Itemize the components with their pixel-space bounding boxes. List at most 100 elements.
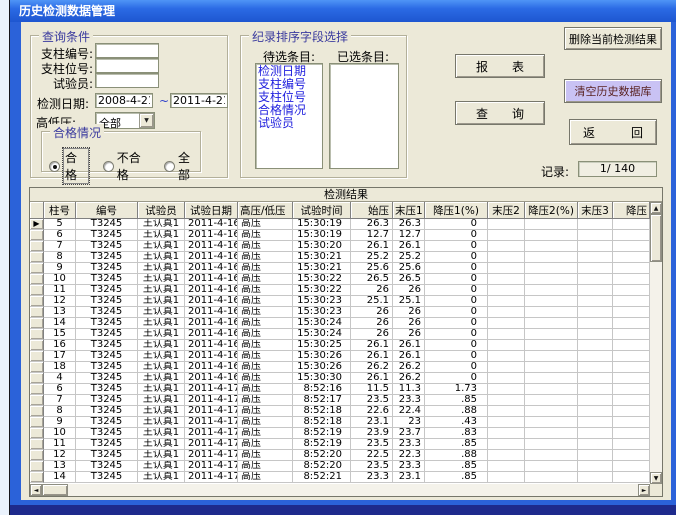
table-cell[interactable] bbox=[613, 373, 650, 384]
table-cell[interactable] bbox=[525, 450, 578, 461]
row-selector[interactable] bbox=[30, 340, 44, 351]
table-row[interactable]: ▶5T3245王认真12011-4-16高压15:30:1926.326.30 bbox=[30, 219, 650, 230]
table-cell[interactable]: T3245 bbox=[76, 296, 138, 307]
table-cell[interactable]: 王认真1 bbox=[138, 274, 185, 285]
table-cell[interactable]: 高压 bbox=[238, 285, 293, 296]
table-cell[interactable]: 0 bbox=[425, 329, 488, 340]
table-cell[interactable] bbox=[613, 450, 650, 461]
column-header[interactable]: 末压1 bbox=[393, 202, 425, 219]
table-cell[interactable]: 高压 bbox=[238, 351, 293, 362]
report-button[interactable]: 报 表 bbox=[455, 54, 545, 78]
table-cell[interactable] bbox=[488, 241, 525, 252]
column-header[interactable]: 始压 bbox=[351, 202, 393, 219]
table-cell[interactable]: 6 bbox=[44, 230, 76, 241]
table-cell[interactable]: 2011-4-16 bbox=[185, 274, 238, 285]
table-row[interactable]: 6T3245王认真12011-4-16高压15:30:1912.712.70 bbox=[30, 230, 650, 241]
table-cell[interactable] bbox=[613, 296, 650, 307]
row-selector[interactable] bbox=[30, 450, 44, 461]
table-cell[interactable]: T3245 bbox=[76, 329, 138, 340]
table-cell[interactable] bbox=[525, 362, 578, 373]
table-cell[interactable]: 8:52:21 bbox=[293, 472, 351, 483]
table-cell[interactable]: 8 bbox=[44, 406, 76, 417]
table-cell[interactable]: 高压 bbox=[238, 373, 293, 384]
radio-button-icon[interactable] bbox=[103, 161, 114, 172]
table-cell[interactable]: 0 bbox=[425, 252, 488, 263]
table-cell[interactable]: 15:30:26 bbox=[293, 351, 351, 362]
table-cell[interactable]: 高压 bbox=[238, 307, 293, 318]
table-cell[interactable]: 王认真1 bbox=[138, 285, 185, 296]
column-header[interactable]: 末压2 bbox=[488, 202, 525, 219]
table-cell[interactable] bbox=[488, 274, 525, 285]
scroll-right-icon[interactable]: ► bbox=[638, 484, 650, 496]
table-cell[interactable]: 2011-4-17 bbox=[185, 450, 238, 461]
row-selector[interactable] bbox=[30, 351, 44, 362]
table-cell[interactable] bbox=[525, 428, 578, 439]
table-cell[interactable]: 25.6 bbox=[351, 263, 393, 274]
table-cell[interactable]: 高压 bbox=[238, 461, 293, 472]
table-cell[interactable]: T3245 bbox=[76, 362, 138, 373]
table-cell[interactable] bbox=[488, 329, 525, 340]
table-cell[interactable]: T3245 bbox=[76, 274, 138, 285]
table-row[interactable]: 12T3245王认真12011-4-17高压8:52:2022.522.3.88 bbox=[30, 450, 650, 461]
table-cell[interactable] bbox=[488, 252, 525, 263]
table-cell[interactable]: 0 bbox=[425, 285, 488, 296]
table-cell[interactable]: 2011-4-16 bbox=[185, 296, 238, 307]
table-row[interactable]: 9T3245王认真12011-4-17高压8:52:1823.123.43 bbox=[30, 417, 650, 428]
table-cell[interactable]: T3245 bbox=[76, 285, 138, 296]
row-selector[interactable] bbox=[30, 285, 44, 296]
table-cell[interactable]: 王认真1 bbox=[138, 340, 185, 351]
table-cell[interactable]: 15:30:20 bbox=[293, 241, 351, 252]
table-cell[interactable]: 26.2 bbox=[393, 373, 425, 384]
table-cell[interactable] bbox=[525, 296, 578, 307]
table-cell[interactable]: 25.2 bbox=[351, 252, 393, 263]
table-cell[interactable]: T3245 bbox=[76, 340, 138, 351]
table-cell[interactable]: 0 bbox=[425, 340, 488, 351]
table-cell[interactable] bbox=[488, 263, 525, 274]
table-cell[interactable]: 26 bbox=[351, 307, 393, 318]
table-cell[interactable]: T3245 bbox=[76, 373, 138, 384]
table-cell[interactable] bbox=[613, 384, 650, 395]
table-cell[interactable] bbox=[488, 285, 525, 296]
table-cell[interactable] bbox=[613, 329, 650, 340]
table-cell[interactable]: 11 bbox=[44, 439, 76, 450]
table-cell[interactable]: 高压 bbox=[238, 329, 293, 340]
table-cell[interactable] bbox=[578, 274, 613, 285]
table-cell[interactable]: 15:30:24 bbox=[293, 329, 351, 340]
row-selector[interactable] bbox=[30, 318, 44, 329]
table-cell[interactable]: 26.5 bbox=[393, 274, 425, 285]
table-cell[interactable] bbox=[525, 230, 578, 241]
row-selector[interactable] bbox=[30, 252, 44, 263]
table-row[interactable]: 15T3245王认真12011-4-16高压15:30:2426260 bbox=[30, 329, 650, 340]
table-cell[interactable]: 18 bbox=[44, 362, 76, 373]
table-cell[interactable] bbox=[525, 395, 578, 406]
dropdown-arrow-icon[interactable]: ▼ bbox=[139, 113, 154, 128]
table-cell[interactable]: 26.1 bbox=[351, 340, 393, 351]
table-cell[interactable]: 高压 bbox=[238, 219, 293, 230]
table-cell[interactable]: 15:30:30 bbox=[293, 373, 351, 384]
table-cell[interactable]: 22.4 bbox=[393, 406, 425, 417]
grid-horizontal-scrollbar[interactable]: ◄ ► bbox=[30, 484, 650, 496]
table-cell[interactable] bbox=[488, 417, 525, 428]
table-cell[interactable] bbox=[488, 472, 525, 483]
table-cell[interactable]: 25.2 bbox=[393, 252, 425, 263]
table-cell[interactable]: 26.2 bbox=[393, 362, 425, 373]
table-cell[interactable]: 王认真1 bbox=[138, 428, 185, 439]
table-cell[interactable] bbox=[578, 307, 613, 318]
table-cell[interactable]: 26.1 bbox=[351, 373, 393, 384]
table-cell[interactable] bbox=[613, 406, 650, 417]
table-cell[interactable]: 23.5 bbox=[351, 439, 393, 450]
table-cell[interactable]: 王认真1 bbox=[138, 384, 185, 395]
table-cell[interactable] bbox=[613, 285, 650, 296]
table-cell[interactable]: 15:30:22 bbox=[293, 285, 351, 296]
table-row[interactable]: 11T3245王认真12011-4-16高压15:30:2226260 bbox=[30, 285, 650, 296]
row-selector[interactable] bbox=[30, 373, 44, 384]
table-cell[interactable] bbox=[578, 219, 613, 230]
table-cell[interactable] bbox=[525, 373, 578, 384]
table-cell[interactable]: 王认真1 bbox=[138, 472, 185, 483]
table-cell[interactable]: 26 bbox=[393, 285, 425, 296]
table-cell[interactable]: 2011-4-17 bbox=[185, 395, 238, 406]
table-cell[interactable]: 17 bbox=[44, 351, 76, 362]
table-cell[interactable]: 16 bbox=[44, 340, 76, 351]
table-cell[interactable]: 26.3 bbox=[351, 219, 393, 230]
table-cell[interactable] bbox=[613, 472, 650, 483]
